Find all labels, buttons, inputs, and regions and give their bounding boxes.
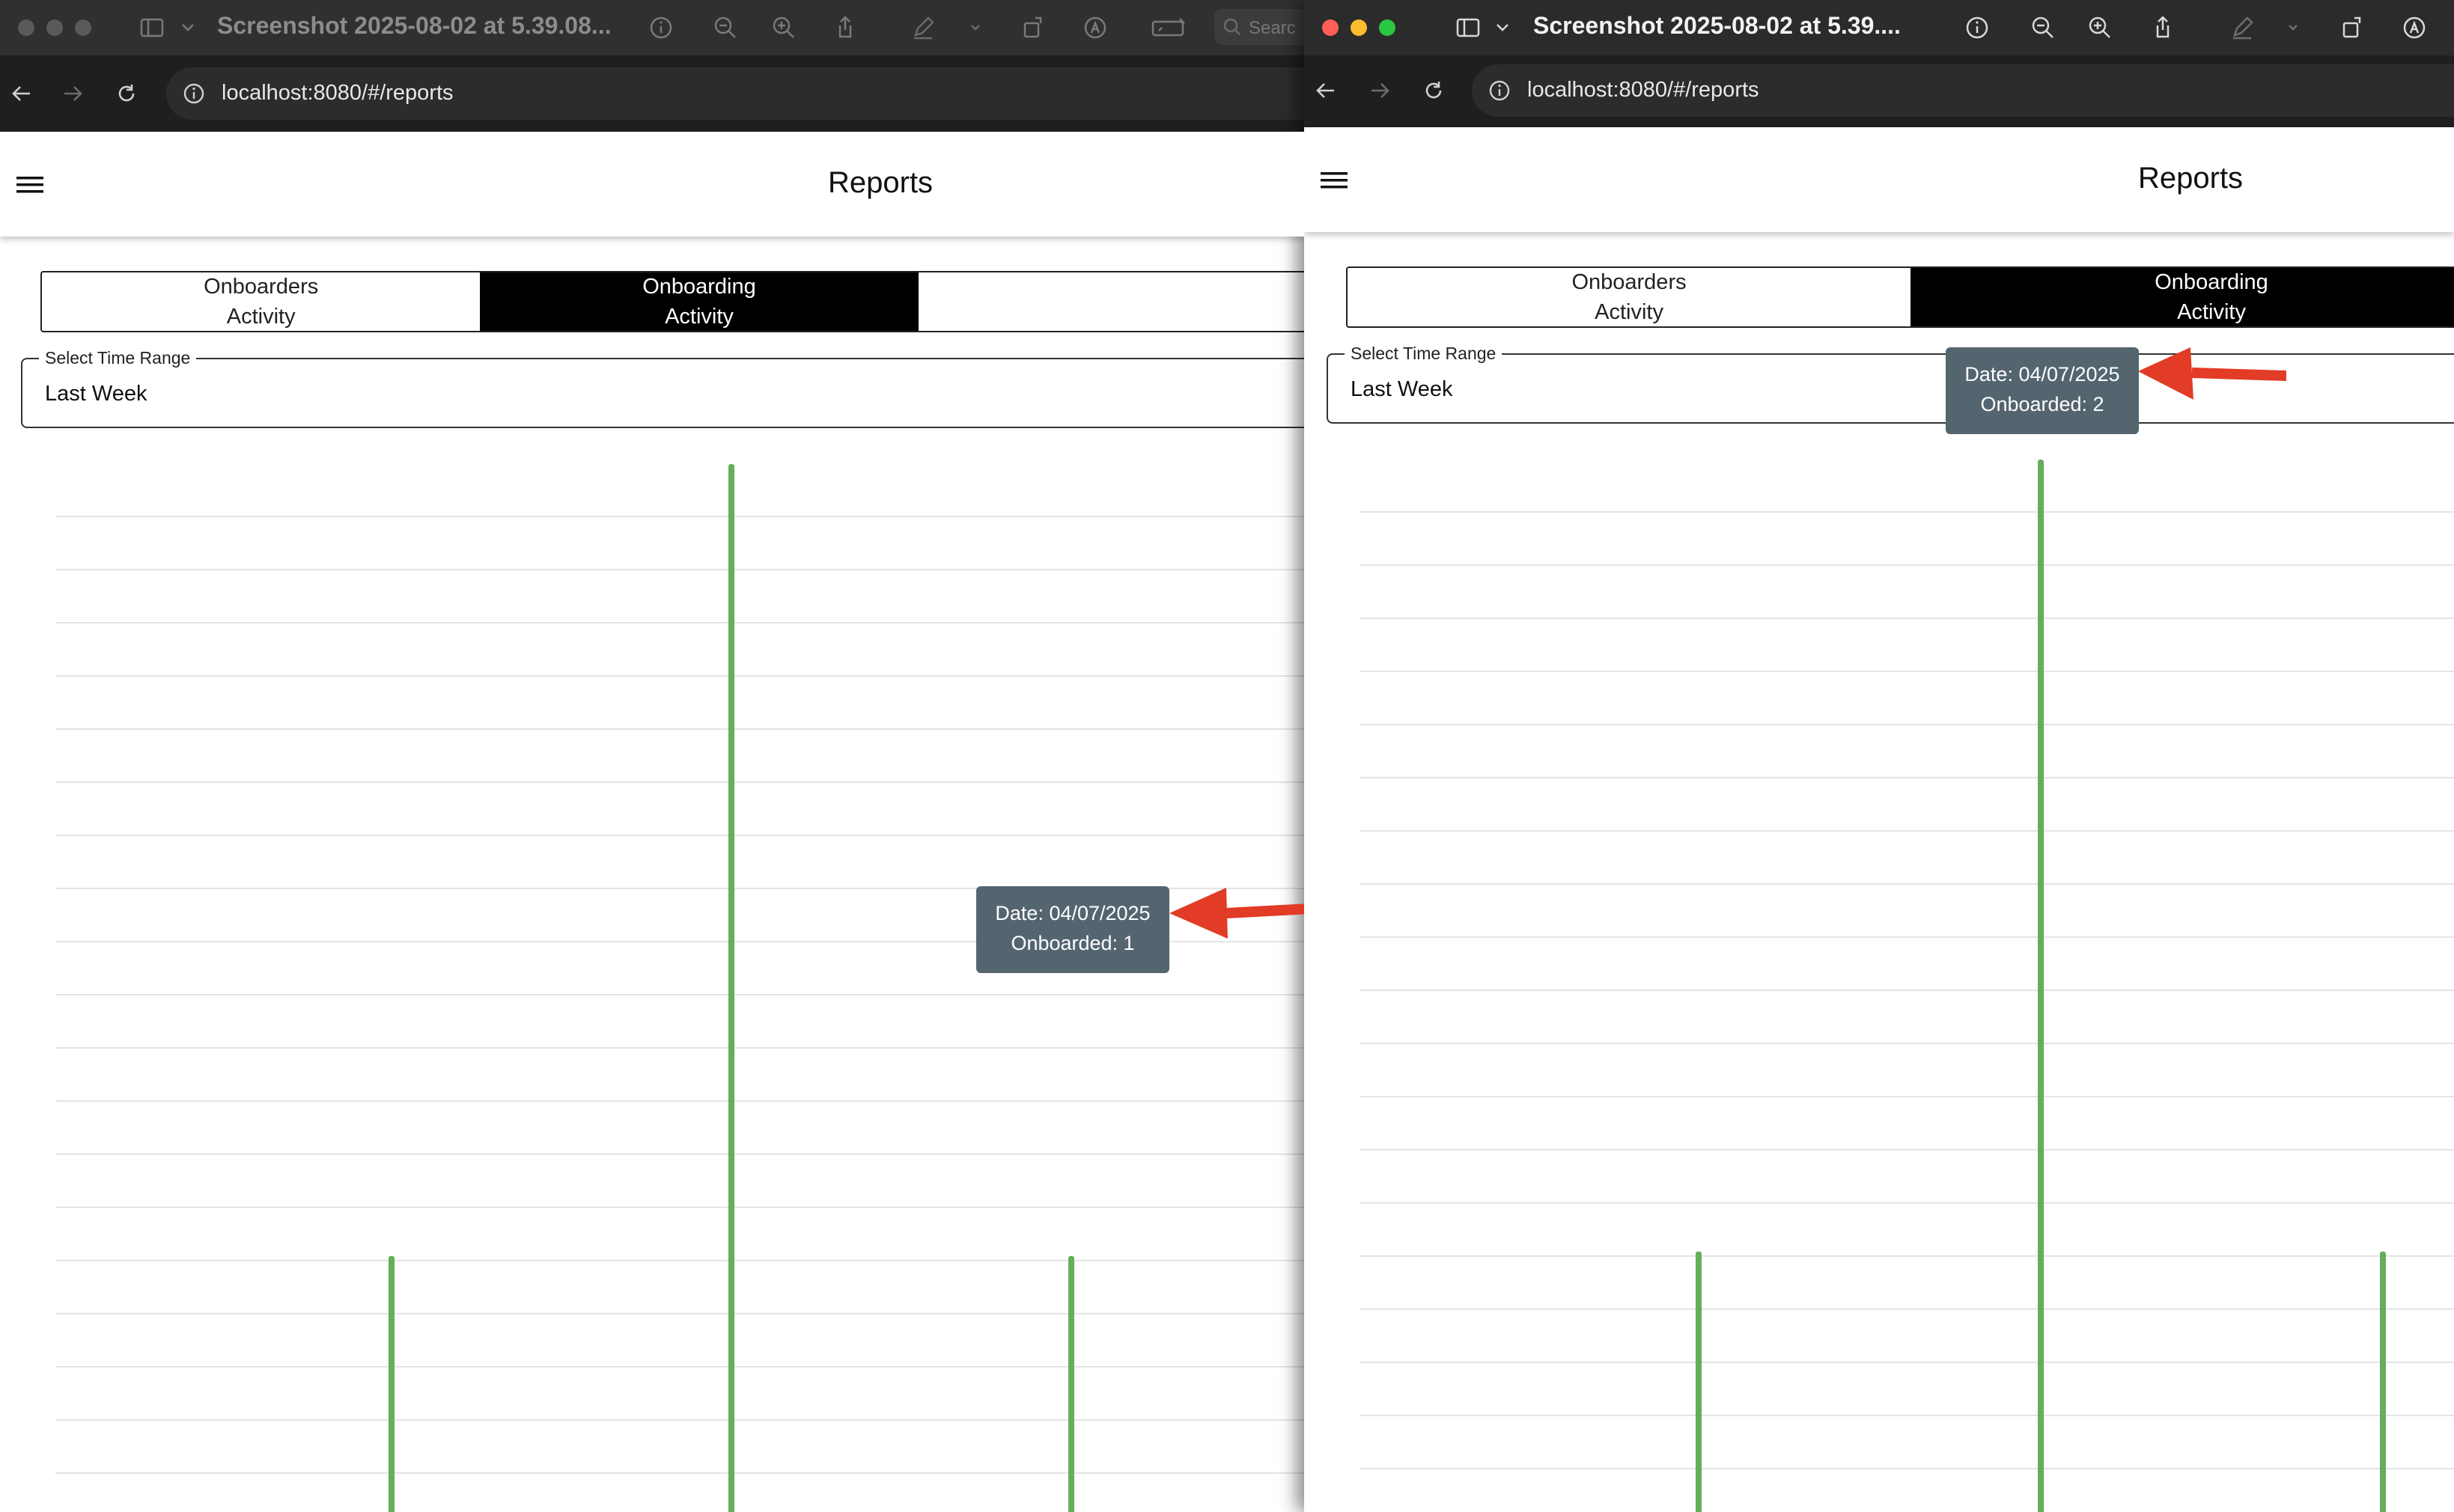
tab-onboarding-activity[interactable]: Onboarding Activity bbox=[1910, 268, 2454, 326]
hamburger-menu-icon[interactable] bbox=[1319, 168, 1349, 193]
tab-onboarding-activity[interactable]: Onboarding Activity bbox=[480, 272, 919, 331]
zoom-in-icon[interactable] bbox=[770, 13, 798, 42]
back-arrow-icon[interactable] bbox=[9, 81, 34, 106]
chart-svg bbox=[1360, 460, 2454, 1512]
back-arrow-icon[interactable] bbox=[1313, 78, 1339, 103]
chevron-down-icon[interactable] bbox=[1488, 13, 1517, 42]
sidebar-icon[interactable] bbox=[138, 13, 166, 42]
reload-icon[interactable] bbox=[114, 81, 139, 106]
page-title: Reports bbox=[2138, 162, 2244, 195]
time-range-label: Select Time Range bbox=[39, 348, 197, 368]
close-button[interactable] bbox=[18, 19, 34, 36]
zoom-in-icon[interactable] bbox=[2086, 13, 2114, 42]
app-header: Reports bbox=[1304, 127, 2454, 232]
tab-label: Onboarders Activity bbox=[1571, 270, 1687, 324]
time-range-value: Last Week bbox=[45, 382, 147, 406]
close-button[interactable] bbox=[1322, 19, 1339, 36]
tooltip-onboarded: Onboarded: 2 bbox=[1980, 393, 2104, 415]
window-title: Screenshot 2025-08-02 at 5.39.... bbox=[1533, 12, 1901, 39]
markup-pen-icon[interactable] bbox=[2228, 13, 2256, 42]
tab-third[interactable] bbox=[919, 272, 1304, 331]
tab-onboarders-activity[interactable]: Onboarders Activity bbox=[1348, 268, 1910, 326]
minimize-button[interactable] bbox=[1351, 19, 1367, 36]
chevron-down-icon[interactable] bbox=[2279, 13, 2307, 42]
bar-a[interactable] bbox=[389, 1256, 395, 1512]
zoom-out-icon[interactable] bbox=[2029, 13, 2057, 42]
bar-c[interactable] bbox=[1068, 1256, 1074, 1512]
form-fill-icon[interactable] bbox=[1150, 13, 1189, 42]
chevron-down-icon[interactable] bbox=[961, 13, 990, 42]
address-bar[interactable]: localhost:8080/#/reports bbox=[1472, 64, 2454, 117]
browser-toolbar: localhost:8080/#/reports bbox=[0, 55, 1304, 132]
info-icon[interactable] bbox=[1963, 13, 1991, 42]
tab-onboarders-activity[interactable]: Onboarders Activity bbox=[42, 272, 480, 331]
titlebar: Screenshot 2025-08-02 at 5.39.08... Sear… bbox=[0, 0, 1304, 55]
bar-c[interactable] bbox=[2380, 1252, 2386, 1512]
search-icon bbox=[1219, 13, 1247, 42]
time-range-select[interactable]: Select Time Range Last Week bbox=[21, 348, 1304, 428]
sidebar-icon[interactable] bbox=[1454, 13, 1482, 42]
forward-arrow-icon[interactable] bbox=[60, 81, 85, 106]
site-info-icon[interactable] bbox=[1487, 78, 1512, 103]
traffic-lights bbox=[1322, 19, 1395, 36]
markup-pen-icon[interactable] bbox=[909, 13, 937, 42]
chart-svg bbox=[55, 464, 1304, 1512]
right-preview-window: Screenshot 2025-08-02 at 5.39.... localh… bbox=[1304, 0, 2454, 1512]
tooltip-date: Date: 04/07/2025 bbox=[995, 902, 1151, 924]
chart-tooltip: Date: 04/07/2025 Onboarded: 2 bbox=[1946, 347, 2139, 434]
rotate-icon[interactable] bbox=[2339, 13, 2367, 42]
report-tabs: Onboarders Activity Onboarding Activity bbox=[40, 271, 1304, 332]
red-arrow-annotation bbox=[1169, 888, 1304, 939]
search-placeholder: Searc bbox=[1249, 18, 1296, 38]
tooltip-onboarded: Onboarded: 1 bbox=[1011, 932, 1135, 954]
time-range-value: Last Week bbox=[1351, 377, 1453, 401]
tab-label: Onboarding Activity bbox=[2155, 270, 2268, 324]
left-preview-window: Screenshot 2025-08-02 at 5.39.08... Sear… bbox=[0, 0, 1304, 1512]
zoom-out-icon[interactable] bbox=[711, 13, 740, 42]
rotate-icon[interactable] bbox=[1020, 13, 1048, 42]
minimize-button[interactable] bbox=[46, 19, 63, 36]
tooltip-date: Date: 04/07/2025 bbox=[1964, 363, 2120, 385]
bar-b[interactable] bbox=[728, 464, 734, 1512]
onboarding-activity-chart bbox=[1304, 445, 2454, 1512]
site-info-icon[interactable] bbox=[181, 81, 207, 106]
address-bar[interactable]: localhost:8080/#/reports bbox=[166, 67, 1304, 120]
reload-icon[interactable] bbox=[1421, 78, 1446, 103]
browser-toolbar: localhost:8080/#/reports bbox=[1304, 55, 2454, 127]
page-title: Reports bbox=[828, 166, 934, 199]
forward-arrow-icon[interactable] bbox=[1367, 78, 1392, 103]
onboarding-activity-chart bbox=[0, 449, 1304, 1512]
titlebar: Screenshot 2025-08-02 at 5.39.... bbox=[1304, 0, 2454, 55]
tab-label: Onboarding Activity bbox=[642, 275, 756, 329]
time-range-label: Select Time Range bbox=[1345, 344, 1502, 364]
zoom-button[interactable] bbox=[1379, 19, 1395, 36]
window-title: Screenshot 2025-08-02 at 5.39.08... bbox=[217, 12, 612, 39]
tab-label: Onboarders Activity bbox=[204, 275, 319, 329]
chevron-down-icon[interactable] bbox=[174, 13, 202, 42]
markup-icon[interactable] bbox=[2400, 13, 2429, 42]
bar-b[interactable] bbox=[2038, 460, 2044, 1512]
zoom-button[interactable] bbox=[75, 19, 91, 36]
share-icon[interactable] bbox=[831, 13, 859, 42]
red-arrow-annotation bbox=[2138, 347, 2286, 400]
traffic-lights bbox=[18, 19, 91, 36]
markup-icon[interactable] bbox=[1081, 13, 1109, 42]
url-text: localhost:8080/#/reports bbox=[222, 81, 454, 105]
url-text: localhost:8080/#/reports bbox=[1527, 78, 1759, 102]
bar-a[interactable] bbox=[1696, 1252, 1702, 1512]
share-icon[interactable] bbox=[2149, 13, 2177, 42]
chart-tooltip: Date: 04/07/2025 Onboarded: 1 bbox=[976, 886, 1169, 973]
info-icon[interactable] bbox=[647, 13, 675, 42]
hamburger-menu-icon[interactable] bbox=[15, 172, 45, 198]
app-header: Reports bbox=[0, 132, 1304, 237]
report-tabs: Onboarders Activity Onboarding Activity bbox=[1346, 266, 2454, 328]
